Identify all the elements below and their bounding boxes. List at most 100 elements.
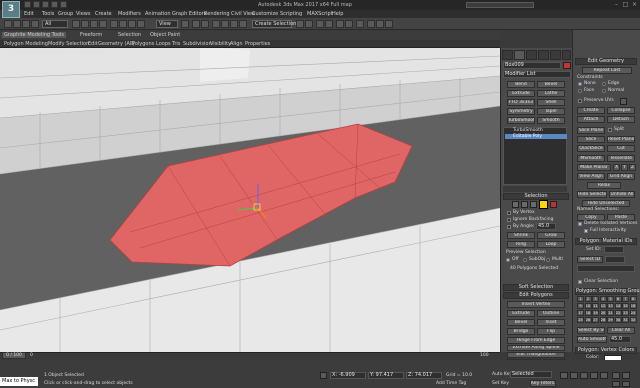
orbit-icon[interactable] [612,381,620,387]
smoothing-group-button[interactable]: 32 [629,317,637,323]
hide-selected-button[interactable]: Hide Selected [577,191,607,198]
object-name-field[interactable]: Box009 [503,62,561,69]
modifier-ffd-button[interactable]: FFD 3x3x3 [507,99,535,106]
detach-button[interactable]: Detach [607,116,635,123]
smoothing-group-button[interactable]: 9 [577,303,584,309]
hinge-from-edge-button[interactable]: Hinge From Edge [507,337,565,344]
auto-smooth-button[interactable]: Auto Smooth [577,336,607,343]
select-manipulate-icon[interactable] [192,20,200,28]
grid-align-button[interactable]: Grid Align [607,173,635,180]
modifier-turbosmooth-button[interactable]: TurboSmooth [507,117,535,124]
ribbon-subdivision[interactable]: Subdivision [183,41,212,47]
constraint-normal-radio[interactable] [602,89,606,93]
hierarchy-tab-icon[interactable] [526,50,537,60]
modifier-bend-button[interactable]: Bend [507,81,535,88]
delete-isolated-checkbox[interactable] [578,222,582,226]
time-slider[interactable]: 0 / 100 [2,352,26,359]
inset-button[interactable]: Inset [537,319,565,326]
edit-geometry-rollout-header[interactable]: Edit Geometry [575,58,637,65]
soft-selection-rollout-header[interactable]: Soft Selection [503,284,569,291]
smoothing-group-button[interactable]: 5 [607,296,614,302]
rect-select-icon[interactable] [90,20,98,28]
smoothing-group-button[interactable]: 15 [622,303,629,309]
app-logo[interactable]: 3 [2,1,20,18]
by-vertex-checkbox[interactable] [507,211,511,215]
smoothing-group-button[interactable]: 8 [629,296,637,302]
render-icon[interactable] [385,20,393,28]
y-coordinate-field[interactable]: Y: 97.417 [368,372,404,379]
snaps-toggle-icon[interactable] [212,20,220,28]
set-key-label[interactable]: Set Key [492,381,509,386]
perspective-viewport[interactable]: [+] [Perspective] [Shaded + Edged Faces] [0,48,500,352]
modifier-lathe-button[interactable]: Lathe [537,90,565,97]
make-planar-button[interactable]: Make Planar [577,164,611,171]
modifier-bevel-button[interactable]: Bevel [537,81,565,88]
angle-spinner[interactable]: 45.0 [536,223,556,230]
slice-plane-button[interactable]: Slice Plane [577,127,605,134]
rendered-frame-icon[interactable] [376,20,384,28]
smoothing-group-button[interactable]: 2 [584,296,592,302]
planar-z-button[interactable]: Z [629,164,636,171]
ring-button[interactable]: Ring [507,241,535,248]
ribbon-visibility[interactable]: Visibility [210,41,231,47]
scale-icon[interactable] [128,20,136,28]
pivot-icon[interactable] [181,20,189,28]
border-mode-icon[interactable] [530,201,537,208]
window-crossing-icon[interactable] [99,20,107,28]
minimize-icon[interactable]: – [612,1,621,8]
menu-animation[interactable]: Animation [145,11,171,17]
extrude-button[interactable]: Extrude [507,310,535,317]
hide-unselected-button[interactable]: Hide Unselected [582,200,630,207]
smoothing-group-button[interactable]: 23 [622,310,629,316]
smoothing-group-button[interactable]: 12 [599,303,607,309]
constraint-edge-radio[interactable] [602,82,606,86]
smoothing-group-button[interactable]: 16 [629,303,637,309]
menu-modifiers[interactable]: Modifiers [118,11,141,17]
move-icon[interactable] [110,20,118,28]
z-coordinate-field[interactable]: Z: 74.017 [406,372,442,379]
select-id-spinner[interactable] [605,256,625,263]
modifier-list-dropdown[interactable]: Modifier List [503,71,571,78]
save-icon[interactable] [42,1,49,8]
ribbon-edit[interactable]: Edit [88,41,98,47]
select-by-name-icon[interactable] [81,20,89,28]
tab-object-paint[interactable]: Object Paint [150,32,180,38]
add-time-tag-button[interactable]: Add Time Tag [436,381,466,386]
close-icon[interactable]: × [630,1,639,8]
motion-tab-icon[interactable] [538,50,549,60]
smoothing-group-button[interactable]: 21 [607,310,614,316]
split-checkbox[interactable] [608,128,612,132]
rotate-icon[interactable] [119,20,127,28]
selection-rollout-header[interactable]: Selection [503,193,569,200]
vertex-mode-icon[interactable] [512,201,519,208]
smoothing-group-button[interactable]: 24 [629,310,637,316]
timeline[interactable] [0,352,500,360]
modifier-extrude-button[interactable]: Extrude [507,90,535,97]
edge-mode-icon[interactable] [521,201,528,208]
select-object-icon[interactable] [72,20,80,28]
menu-graph-editors[interactable]: Graph Editors [172,11,206,17]
preview-subobj-radio[interactable] [523,258,527,262]
planar-x-button[interactable]: X [613,164,620,171]
stack-item-editable-poly[interactable]: Editable Poly [505,134,567,139]
preserve-uvs-checkbox[interactable] [578,99,582,103]
menu-scripting[interactable]: Scripting [280,11,302,17]
create-tab-icon[interactable] [502,50,513,60]
curve-editor-icon[interactable] [336,20,344,28]
ribbon-geometry-all[interactable]: Geometry (All) [98,41,135,47]
smoothing-group-button[interactable]: 7 [622,296,629,302]
modifier-smooth-button[interactable]: Smooth [537,117,565,124]
link-icon[interactable] [22,20,30,28]
relax-button[interactable]: Relax [587,182,621,189]
object-color-swatch[interactable] [563,62,571,69]
smoothing-group-button[interactable]: 18 [584,310,592,316]
tessellate-button[interactable]: Tessellate [607,155,635,162]
modifier-taper-button[interactable]: Taper [537,108,565,115]
smoothing-group-button[interactable]: 3 [592,296,599,302]
reset-plane-button[interactable]: Reset Plane [607,136,635,143]
zoom-icon[interactable] [612,372,620,379]
clear-selection-checkbox[interactable] [578,280,582,284]
goto-start-icon[interactable] [560,372,568,379]
tab-selection[interactable]: Selection [118,32,141,38]
flip-button[interactable]: Flip [537,328,565,335]
